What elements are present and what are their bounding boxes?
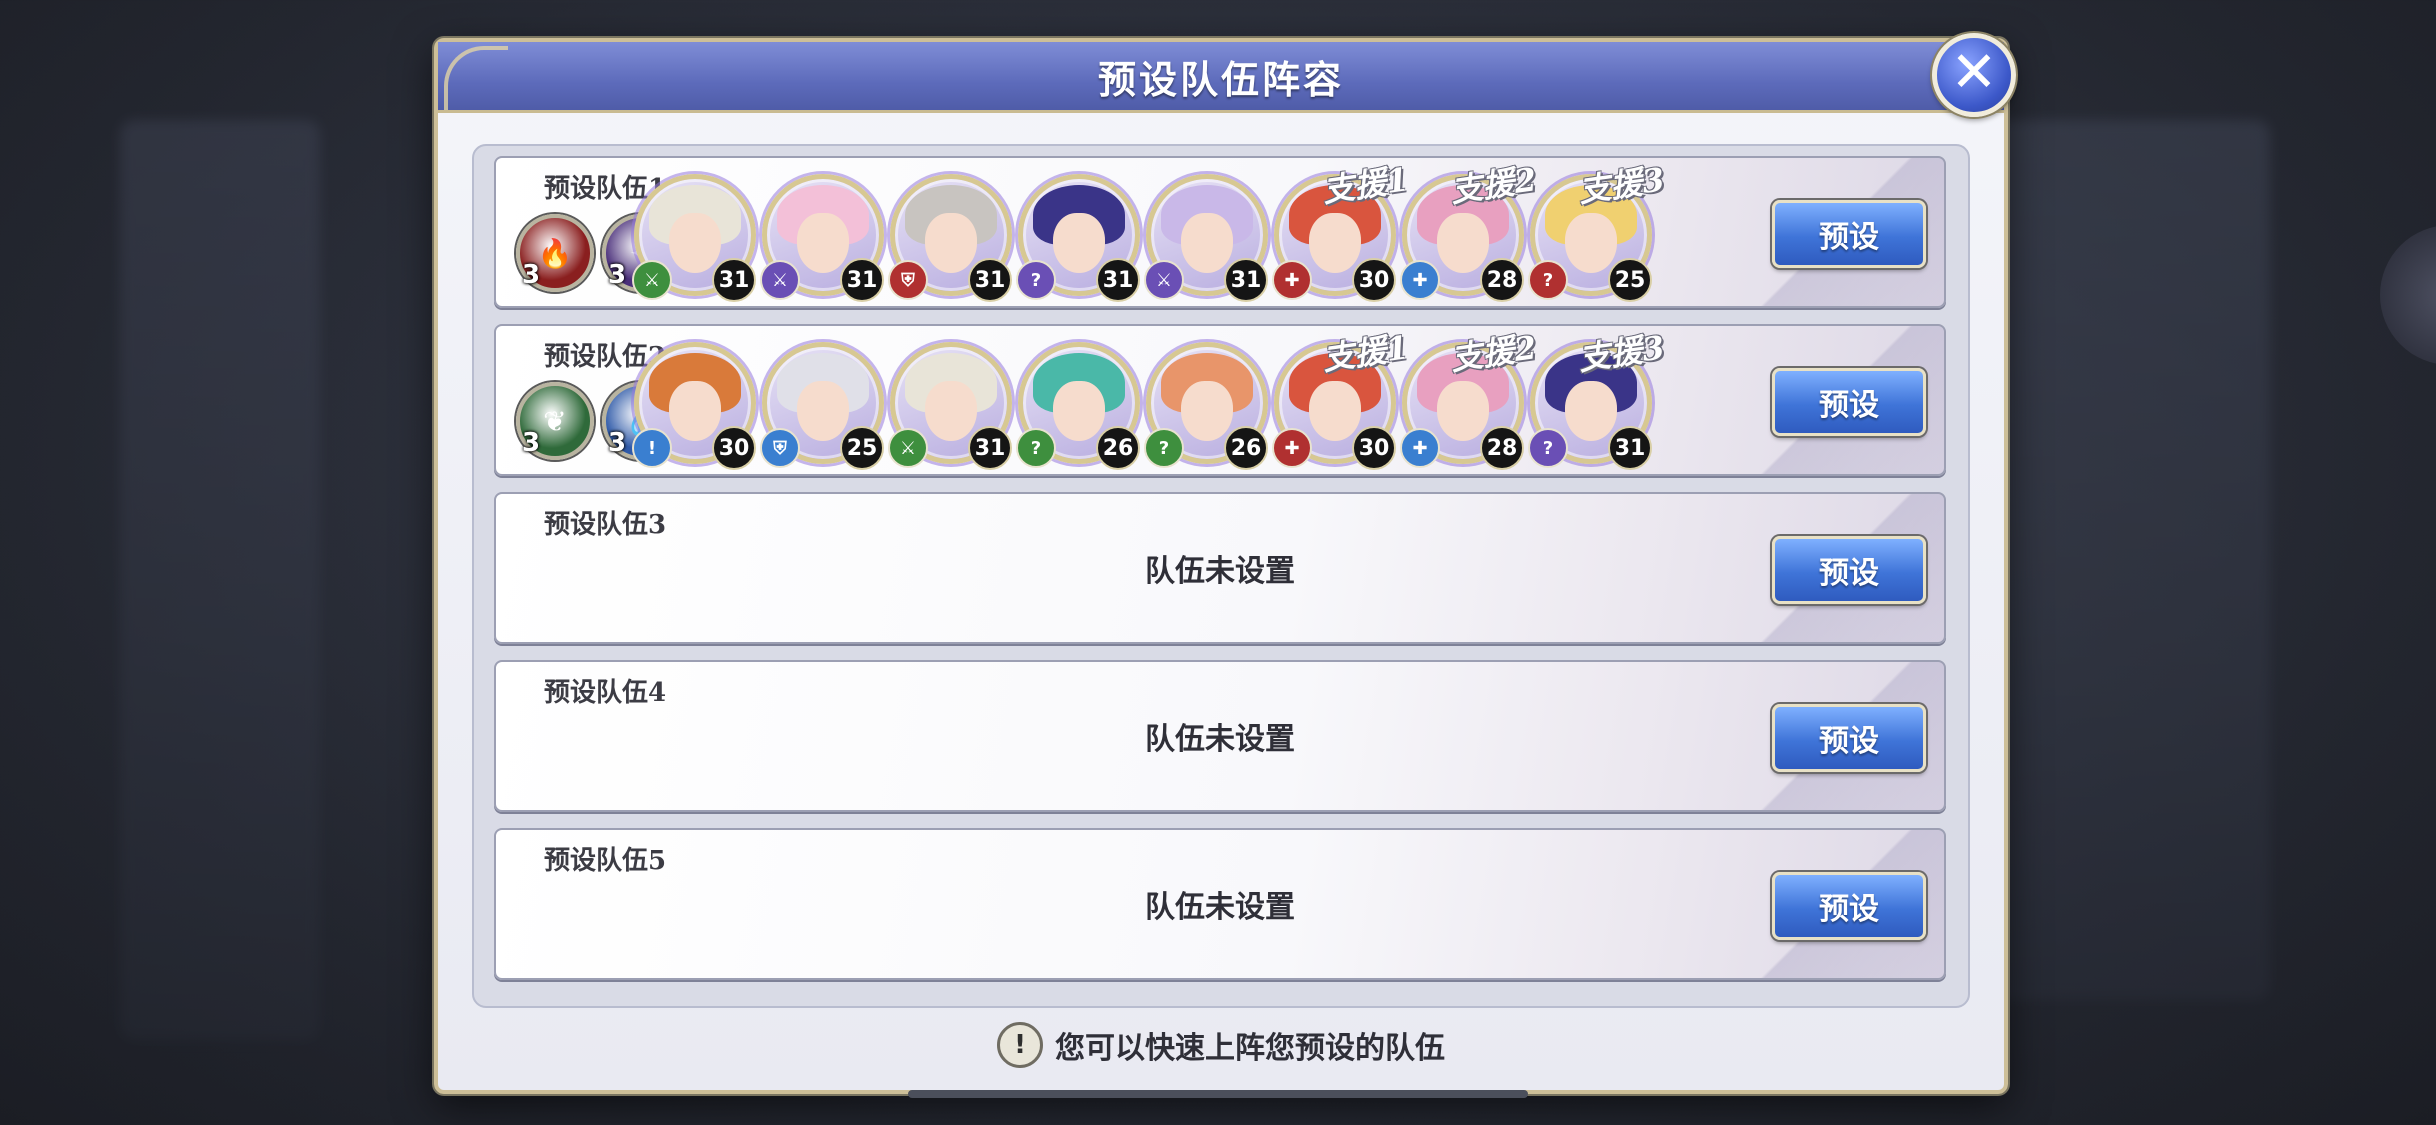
character-face <box>1181 213 1233 273</box>
team-row: 预设队伍3 队伍未设置 预设 <box>494 492 1946 644</box>
level-badge: 28 <box>1480 426 1524 470</box>
level-badge: 31 <box>968 426 1012 470</box>
preset-button[interactable]: 预设 <box>1772 536 1926 604</box>
dialog-titlebar: 预设队伍阵容 <box>438 42 2004 113</box>
lance-class-icon: ! <box>632 428 672 468</box>
team-row: 预设队伍4 队伍未设置 预设 <box>494 660 1946 812</box>
team-label: 预设队伍5 <box>544 846 667 876</box>
element-glyph: ❦ <box>543 404 567 438</box>
mage-class-icon: ? <box>1144 428 1184 468</box>
background-left-panel <box>120 120 320 1040</box>
character-face <box>925 213 977 273</box>
sword-class-icon: ⚔ <box>760 260 800 300</box>
team-row: 预设队伍1🔥3✦3⚔31⚔31⛨31?31⚔31✚30支援1✚28支援2?25支… <box>494 156 1946 308</box>
team-row: 预设队伍5 队伍未设置 预设 <box>494 828 1946 980</box>
sword-class-icon: ⚔ <box>632 260 672 300</box>
preset-button[interactable]: 预设 <box>1772 200 1926 268</box>
mage-class-icon: ? <box>1016 428 1056 468</box>
level-badge: 30 <box>712 426 756 470</box>
preset-button[interactable]: 预设 <box>1772 704 1926 772</box>
team-list: 预设队伍1🔥3✦3⚔31⚔31⛨31?31⚔31✚30支援1✚28支援2?25支… <box>472 144 1970 1008</box>
background-right-panel <box>1990 120 2270 1000</box>
preset-button[interactable]: 预设 <box>1772 368 1926 436</box>
mage-class-icon: ? <box>1528 260 1568 300</box>
level-badge: 25 <box>1608 258 1652 302</box>
level-badge: 26 <box>1096 426 1140 470</box>
mage-class-icon: ? <box>1528 428 1568 468</box>
support-tag: 支援2 <box>1448 328 1539 378</box>
preset-button[interactable]: 预设 <box>1772 872 1926 940</box>
wind-icon: ❦ 3 <box>516 382 594 460</box>
support-tag: 支援1 <box>1320 328 1411 378</box>
character-face <box>925 381 977 441</box>
preset-team-dialog: 预设队伍阵容 预设队伍1🔥3✦3⚔31⚔31⛨31?31⚔31✚30支援1✚28… <box>434 38 2008 1094</box>
healer-class-icon: ✚ <box>1272 428 1312 468</box>
character-face <box>797 213 849 273</box>
level-badge: 28 <box>1480 258 1524 302</box>
team-empty-text: 队伍未设置 <box>1145 554 1295 589</box>
character-face <box>1565 213 1617 273</box>
shield-class-icon: ⛨ <box>760 428 800 468</box>
character-face <box>1437 381 1489 441</box>
character-face <box>1309 381 1361 441</box>
dialog-title: 预设队伍阵容 <box>1097 57 1344 102</box>
support-tag: 支援1 <box>1320 160 1411 210</box>
level-badge: 25 <box>840 426 884 470</box>
tip-bar: ! 您可以快速上阵您预设的队伍 <box>438 1022 2004 1068</box>
level-badge: 30 <box>1352 258 1396 302</box>
character-face <box>1565 381 1617 441</box>
team-label: 预设队伍3 <box>544 510 667 540</box>
level-badge: 31 <box>968 258 1012 302</box>
element-count: 3 <box>522 428 541 458</box>
tip-text: 您可以快速上阵您预设的队伍 <box>1055 1031 1445 1066</box>
level-badge: 31 <box>712 258 756 302</box>
exclamation-icon: ! <box>997 1022 1043 1068</box>
team-row: 预设队伍2❦3💧3!30⛨25⚔31?26?26✚30支援1✚28支援2?31支… <box>494 324 1946 476</box>
character-face <box>669 213 721 273</box>
support-tag: 支援2 <box>1448 160 1539 210</box>
character-face <box>1053 381 1105 441</box>
element-glyph: 🔥 <box>537 236 573 270</box>
element-count: 3 <box>522 260 541 290</box>
character-face <box>1053 213 1105 273</box>
close-icon: ✕ <box>1950 40 1998 105</box>
title-ornament-icon <box>444 46 508 110</box>
character-face <box>797 381 849 441</box>
level-badge: 31 <box>1224 258 1268 302</box>
level-badge: 30 <box>1352 426 1396 470</box>
character-face <box>1309 213 1361 273</box>
team-empty-text: 队伍未设置 <box>1145 890 1295 925</box>
level-badge: 31 <box>840 258 884 302</box>
support-tag: 支援3 <box>1576 160 1667 210</box>
level-badge: 26 <box>1224 426 1268 470</box>
character-face <box>669 381 721 441</box>
sword-class-icon: ⚔ <box>888 428 928 468</box>
element-count: 3 <box>608 260 627 290</box>
character-face <box>1181 381 1233 441</box>
background-side-button <box>2380 225 2436 365</box>
sword-class-icon: ⚔ <box>1144 260 1184 300</box>
element-count: 3 <box>608 428 627 458</box>
team-empty-text: 队伍未设置 <box>1145 722 1295 757</box>
level-badge: 31 <box>1096 258 1140 302</box>
character-face <box>1437 213 1489 273</box>
shield-class-icon: ⛨ <box>888 260 928 300</box>
healer-class-icon: ✚ <box>1272 260 1312 300</box>
fire-icon: 🔥 3 <box>516 214 594 292</box>
healer-class-icon: ✚ <box>1400 260 1440 300</box>
mage-class-icon: ? <box>1016 260 1056 300</box>
healer-class-icon: ✚ <box>1400 428 1440 468</box>
level-badge: 31 <box>1608 426 1652 470</box>
team-label: 预设队伍4 <box>544 678 667 708</box>
support-tag: 支援3 <box>1576 328 1667 378</box>
close-button[interactable]: ✕ <box>1932 33 2016 117</box>
bottom-scroll-indicator <box>908 1090 1528 1098</box>
